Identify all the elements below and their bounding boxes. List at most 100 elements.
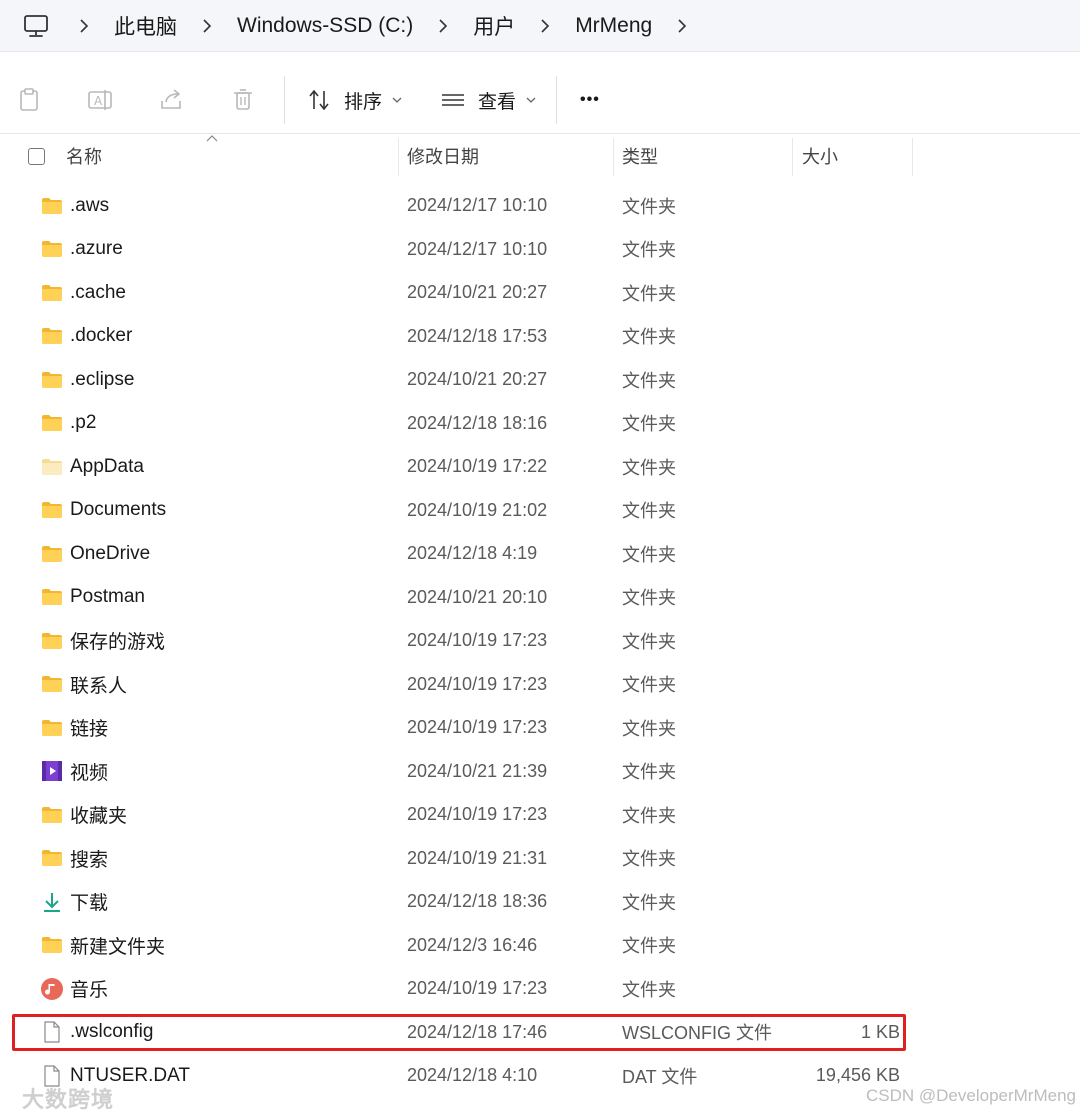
table-row[interactable]: 视频 2024/10/21 21:39 文件夹 — [0, 750, 1080, 793]
folder-icon — [40, 933, 64, 957]
column-divider[interactable] — [613, 138, 614, 176]
breadcrumb-this-pc[interactable]: 此电脑 — [106, 11, 185, 41]
file-type: 文件夹 — [622, 414, 676, 434]
clipboard-icon — [20, 88, 38, 111]
table-row[interactable]: Documents 2024/10/19 21:02 文件夹 — [0, 489, 1080, 532]
breadcrumb-drive-c[interactable]: Windows-SSD (C:) — [229, 14, 421, 38]
table-row[interactable]: 下载 2024/12/18 18:36 文件夹 — [0, 880, 1080, 923]
table-row[interactable]: 搜索 2024/10/19 21:31 文件夹 — [0, 837, 1080, 880]
video-icon — [40, 759, 64, 783]
table-row[interactable]: 链接 2024/10/19 17:23 文件夹 — [0, 706, 1080, 749]
select-all-checkbox[interactable] — [28, 148, 45, 165]
table-row[interactable]: .wslconfig 2024/12/18 17:46 WSLCONFIG 文件 1 … — [0, 1011, 1080, 1054]
chevron-right-icon[interactable] — [674, 18, 690, 34]
breadcrumb-mrmeng[interactable]: MrMeng — [567, 14, 660, 38]
table-row[interactable]: .p2 2024/12/18 18:16 文件夹 — [0, 402, 1080, 445]
more-options-button[interactable]: ••• — [580, 66, 600, 134]
computer-icon[interactable] — [22, 12, 50, 40]
file-name-cell: 联系人 — [40, 663, 127, 706]
folder-icon — [40, 629, 64, 653]
file-date: 2024/12/18 17:46 — [407, 1021, 548, 1042]
file-type: 文件夹 — [622, 240, 676, 260]
file-name: .eclipse — [70, 368, 135, 390]
folder-icon — [40, 194, 64, 218]
file-name: .wslconfig — [70, 1021, 154, 1042]
file-name: Postman — [70, 586, 145, 607]
table-row[interactable]: .docker 2024/12/18 17:53 文件夹 — [0, 315, 1080, 358]
table-row[interactable]: 新建文件夹 2024/12/3 16:46 文件夹 — [0, 924, 1080, 967]
file-date: 2024/12/3 16:46 — [407, 934, 538, 955]
more-icon: ••• — [580, 91, 600, 108]
file-name: .azure — [70, 238, 123, 259]
sort-label: 排序 — [344, 91, 383, 113]
column-header-name[interactable]: 名称 — [66, 134, 102, 178]
breadcrumb-users[interactable]: 用户 — [465, 11, 523, 41]
folder-icon — [40, 542, 64, 566]
file-date: 2024/12/18 18:16 — [407, 412, 548, 433]
column-divider[interactable] — [912, 138, 913, 176]
file-name-cell: 新建文件夹 — [40, 924, 165, 967]
table-row[interactable]: OneDrive 2024/12/18 4:19 文件夹 — [0, 532, 1080, 575]
file-date: 2024/10/21 20:10 — [407, 586, 548, 607]
table-row[interactable]: AppData 2024/10/19 17:22 文件夹 — [0, 445, 1080, 488]
trash-icon — [234, 89, 252, 110]
file-date: 2024/10/19 21:31 — [407, 847, 548, 868]
column-header-date[interactable]: 修改日期 — [407, 134, 479, 178]
table-row[interactable]: 联系人 2024/10/19 17:23 文件夹 — [0, 663, 1080, 706]
table-row[interactable]: .aws 2024/12/17 10:10 文件夹 — [0, 184, 1080, 227]
column-header-size[interactable]: 大小 — [802, 134, 838, 178]
file-name: 联系人 — [70, 675, 128, 697]
file-name: OneDrive — [70, 542, 151, 564]
sort-button[interactable]: 排序 — [306, 66, 402, 134]
address-bar[interactable]: 此电脑 Windows-SSD (C:) 用户 MrMeng — [0, 0, 1080, 52]
chevron-right-icon[interactable] — [435, 18, 451, 34]
table-row[interactable]: 音乐 2024/10/19 17:23 文件夹 — [0, 967, 1080, 1010]
table-row[interactable]: Postman 2024/10/21 20:10 文件夹 — [0, 576, 1080, 619]
table-row[interactable]: .azure 2024/12/17 10:10 文件夹 — [0, 228, 1080, 271]
chevron-right-icon[interactable] — [199, 18, 215, 34]
chevron-right-icon[interactable] — [76, 18, 92, 34]
file-type: 文件夹 — [622, 501, 676, 521]
folder-icon — [40, 846, 64, 870]
sort-ascending-caret-icon — [206, 135, 218, 142]
file-type: WSLCONFIG 文件 — [622, 1023, 773, 1043]
file-date: 2024/12/17 10:10 — [407, 238, 548, 259]
file-date: 2024/10/19 21:02 — [407, 499, 548, 520]
column-header-type[interactable]: 类型 — [622, 134, 658, 178]
file-name-cell: .azure — [40, 228, 123, 271]
file-name: .docker — [70, 325, 133, 346]
file-type: 文件夹 — [622, 283, 676, 304]
sort-icon — [309, 89, 329, 111]
share-button[interactable] — [158, 66, 186, 134]
table-row[interactable]: .cache 2024/10/21 20:27 文件夹 — [0, 271, 1080, 314]
table-row[interactable]: .eclipse 2024/10/21 20:27 文件夹 — [0, 358, 1080, 401]
file-name-cell: 视频 — [40, 750, 108, 793]
folder-icon — [40, 716, 64, 740]
rename-button[interactable]: A — [86, 66, 114, 134]
view-button[interactable]: 查看 — [440, 66, 536, 134]
table-row[interactable]: 保存的游戏 2024/10/19 17:23 文件夹 — [0, 619, 1080, 662]
view-label: 查看 — [478, 91, 517, 113]
file-name-cell: 收藏夹 — [40, 793, 127, 836]
file-name-cell: .cache — [40, 271, 126, 314]
toolbar-separator — [556, 76, 557, 124]
file-name: 收藏夹 — [70, 806, 128, 827]
file-name-cell: .aws — [40, 184, 109, 227]
file-name: 新建文件夹 — [70, 936, 166, 958]
column-divider[interactable] — [398, 138, 399, 176]
column-divider[interactable] — [792, 138, 793, 176]
file-name: AppData — [70, 455, 144, 477]
file-name: 保存的游戏 — [70, 632, 166, 653]
file-type: 文件夹 — [622, 196, 676, 217]
file-date: 2024/10/21 20:27 — [407, 282, 548, 302]
breadcrumb: 此电脑 Windows-SSD (C:) 用户 MrMeng — [62, 0, 704, 52]
file-type: 文件夹 — [622, 327, 676, 347]
delete-button[interactable] — [230, 66, 256, 134]
chevron-right-icon[interactable] — [537, 18, 553, 34]
file-name: 音乐 — [70, 980, 109, 1001]
table-row[interactable]: 收藏夹 2024/10/19 17:23 文件夹 — [0, 793, 1080, 836]
toolbar-separator — [284, 76, 285, 124]
file-type: 文件夹 — [622, 631, 676, 652]
copy-button[interactable] — [16, 66, 42, 134]
file-date: 2024/10/19 17:23 — [407, 717, 548, 737]
